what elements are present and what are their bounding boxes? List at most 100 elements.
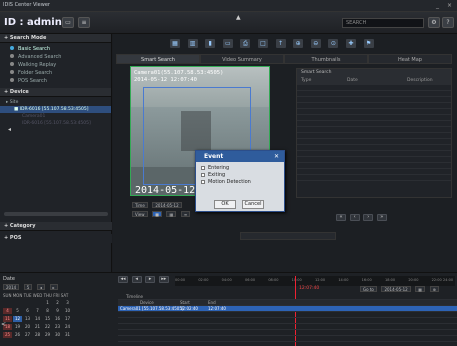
checkbox-icon[interactable] [201,172,205,177]
time-value[interactable]: 2014-05-12 [152,202,182,208]
view-single-icon[interactable]: ■ [152,211,162,217]
tab-thumbnails[interactable]: Thumbnails [284,54,368,64]
mode-basic-search[interactable]: Basic Search [0,45,111,53]
calendar-day[interactable]: 2 [53,300,62,306]
calendar-day[interactable]: 25 [3,332,12,338]
tab-video-summary[interactable]: Video Summary [200,54,284,64]
calendar-day[interactable]: 8 [43,308,52,314]
view-list-icon[interactable]: ≡ [180,211,191,217]
month-select[interactable]: 5 [23,284,33,290]
calendar-icon[interactable]: ▦ [415,286,426,292]
zoom-out-icon[interactable]: ⊖ [310,39,321,48]
calendar-day[interactable]: 1 [43,300,52,306]
result-row[interactable] [297,175,451,181]
calendar-day[interactable]: 9 [53,308,62,314]
ok-button[interactable]: OK [214,200,236,209]
export-icon[interactable]: □ [257,39,268,48]
tab-heat-map[interactable]: Heat Map [368,54,452,64]
cancel-button[interactable]: Cancel [242,200,264,209]
calendar-day[interactable]: 21 [33,324,42,330]
collapse-icon[interactable]: ▲ [236,14,241,21]
last-page-icon[interactable]: » [376,214,387,221]
search-mode-header[interactable]: + Search Mode [0,34,111,43]
calendar-day[interactable]: 3 [63,300,72,306]
zoom-icon[interactable]: ⊕ [429,286,440,292]
device-dvr[interactable]: ■ IDR-6016 [55.107.58.53:4505] [0,106,111,113]
calendar-day[interactable]: 22 [43,324,52,330]
calendar-day[interactable]: 17 [63,316,72,322]
zoom-in-icon[interactable]: ⊕ [293,39,304,48]
layout-icon[interactable]: ▭ [62,17,74,28]
tab-smart-search[interactable]: Smart Search [116,54,200,64]
minimize-icon[interactable]: _ [436,2,439,9]
first-page-icon[interactable]: « [336,214,346,221]
zoom-fit-icon[interactable]: ⊙ [328,39,339,48]
calendar-day[interactable]: 19 [13,324,22,330]
category-header[interactable]: + Category [0,222,112,231]
calendar-day[interactable]: 14 [33,316,42,322]
play-back-icon[interactable]: ◂ [131,276,142,283]
close-icon[interactable]: × [447,2,452,9]
calendar-day[interactable]: 7 [33,308,42,314]
calendar-day[interactable]: 5 [13,308,22,314]
calendar-day[interactable]: 6 [23,308,32,314]
calendar-day[interactable]: 15 [43,316,52,322]
prev-page-icon[interactable]: ‹ [349,214,360,221]
calendar-day[interactable]: 27 [23,332,32,338]
mode-folder-search[interactable]: Folder Search [0,69,111,77]
device-dvr-2[interactable]: IDR-6016 [55.107.58.53:4505] [0,120,111,127]
timeline-row[interactable] [118,336,457,342]
log-icon[interactable]: ≡ [78,17,90,28]
next-month-icon[interactable]: ▸ [49,284,58,290]
calendar-day[interactable]: 28 [33,332,42,338]
device-site[interactable]: ▸ Site [0,99,111,106]
calendar-day[interactable]: 10 [63,308,72,314]
search-button[interactable] [240,232,336,240]
timeline-tab-label[interactable]: Timeline [126,294,143,299]
mode-pos-search[interactable]: POS Search [0,77,111,85]
option-exiting[interactable]: Exiting [196,172,284,179]
layout-split-icon[interactable]: ▥ [187,39,198,48]
prev-month-icon[interactable]: ◂ [36,284,45,290]
device-scrollbar[interactable] [4,212,108,216]
calendar-day[interactable]: 16 [53,316,62,322]
view-grid-icon[interactable]: ▦ [166,211,177,217]
calendar-day[interactable]: 4 [3,308,12,314]
calendar-day[interactable]: 12 [13,316,22,322]
year-select[interactable]: 2014 [3,284,20,290]
pin-icon[interactable]: ✚ [345,39,356,48]
rewind-icon[interactable]: ◂◂ [118,276,128,283]
mode-advanced-search[interactable]: Advanced Search [0,53,111,61]
fast-forward-icon[interactable]: ▸▸ [158,276,169,283]
close-icon[interactable]: ✕ [274,153,279,160]
option-entering[interactable]: Entering [196,165,284,172]
timeline-row-selected[interactable]: Camera01 [55.107.58.53:4505] 12:02:40 12… [118,306,457,312]
calendar-day[interactable]: 26 [13,332,22,338]
timeline-ruler[interactable]: 00:00 02:00 04:00 06:00 08:00 10:00 12:00 14:00… [175,276,455,286]
play-icon[interactable]: ▸ [145,276,156,283]
flag-icon[interactable]: ⚑ [363,39,374,48]
calendar-day[interactable]: 23 [53,324,62,330]
settings-icon[interactable]: ⚙ [428,17,440,28]
device-header[interactable]: + Device [0,88,111,97]
print-icon[interactable]: ⎙ [240,39,251,48]
pos-header[interactable]: + POS [0,234,112,243]
calendar-day[interactable]: 31 [63,332,72,338]
goto-date[interactable]: 2014-05-12 [381,286,411,292]
calendar-day[interactable]: 13 [23,316,32,322]
search-input[interactable]: SEARCH [342,18,424,28]
help-icon[interactable]: ? [442,17,454,28]
checkbox-icon[interactable] [201,179,205,184]
calendar-day[interactable]: 20 [23,324,32,330]
bar-chart-icon[interactable]: ▮ [205,39,216,48]
mode-walking-replay[interactable]: Walking Replay [0,61,111,69]
grid-icon[interactable]: ▦ [170,39,180,48]
screen-icon[interactable]: ▭ [222,39,233,48]
option-motion[interactable]: Motion Detection [196,179,284,186]
checkbox-icon[interactable] [201,165,205,170]
prev-week-icon[interactable]: < [1,321,6,328]
calendar-day[interactable]: 24 [63,324,72,330]
calendar-day[interactable]: 29 [43,332,52,338]
collapse-left-icon[interactable]: ◂ [8,126,11,133]
next-page-icon[interactable]: › [363,214,374,221]
